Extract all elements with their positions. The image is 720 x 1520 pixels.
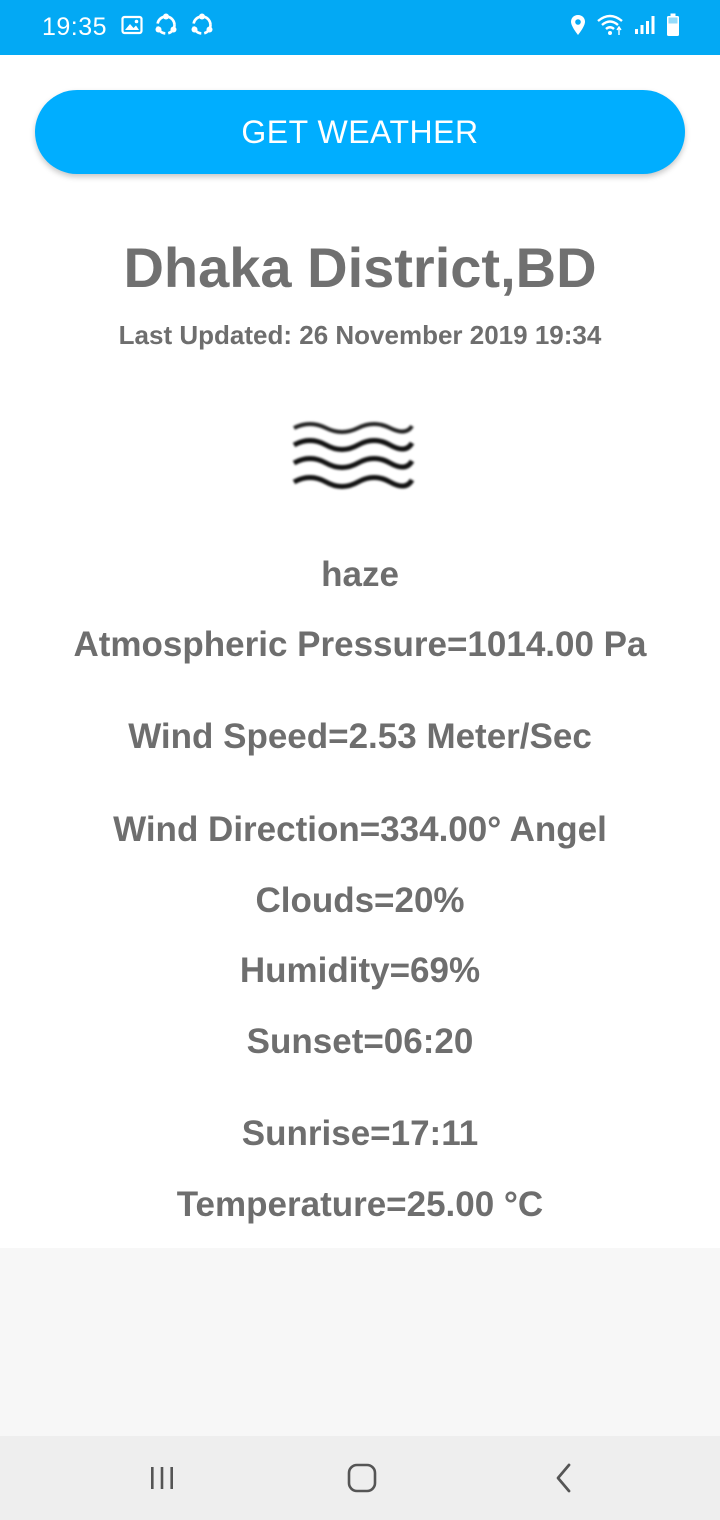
humidity: Humidity=69%	[239, 951, 481, 990]
status-left: 19:35	[42, 13, 215, 42]
weather-description: haze	[321, 555, 399, 594]
battery-icon	[666, 13, 680, 42]
signal-icon	[634, 15, 656, 40]
wifi-icon	[596, 14, 624, 41]
status-time: 19:35	[42, 13, 108, 41]
temperature: Temperature=25.00 °C	[176, 1185, 544, 1224]
get-weather-button[interactable]: GET WEATHER	[35, 90, 685, 174]
notification-icons	[121, 13, 215, 42]
recent-apps-icon[interactable]	[142, 1460, 182, 1496]
status-right	[570, 13, 680, 42]
clouds: Clouds=20%	[255, 881, 465, 920]
sunset: Sunset=06:20	[246, 1022, 474, 1061]
home-icon[interactable]	[342, 1460, 382, 1496]
wind-speed: Wind Speed=2.53 Meter/Sec	[128, 717, 592, 756]
atmospheric-pressure: Atmospheric Pressure=1014.00 Pa	[73, 625, 647, 664]
empty-area	[0, 1248, 720, 1436]
back-icon[interactable]	[544, 1460, 584, 1496]
navigation-bar	[0, 1436, 720, 1520]
city-title: Dhaka District,BD	[123, 236, 597, 299]
sunrise: Sunrise=17:11	[241, 1114, 479, 1153]
image-icon	[121, 15, 143, 40]
haze-icon	[290, 418, 416, 498]
sync-icon	[189, 13, 215, 42]
location-icon	[570, 14, 586, 41]
wind-direction: Wind Direction=334.00° Angel	[113, 810, 607, 849]
status-bar: 19:35	[0, 0, 720, 55]
sync-icon	[153, 13, 179, 42]
last-updated: Last Updated: 26 November 2019 19:34	[118, 320, 602, 350]
main-content: GET WEATHER Dhaka District,BD Last Updat…	[0, 55, 720, 1248]
